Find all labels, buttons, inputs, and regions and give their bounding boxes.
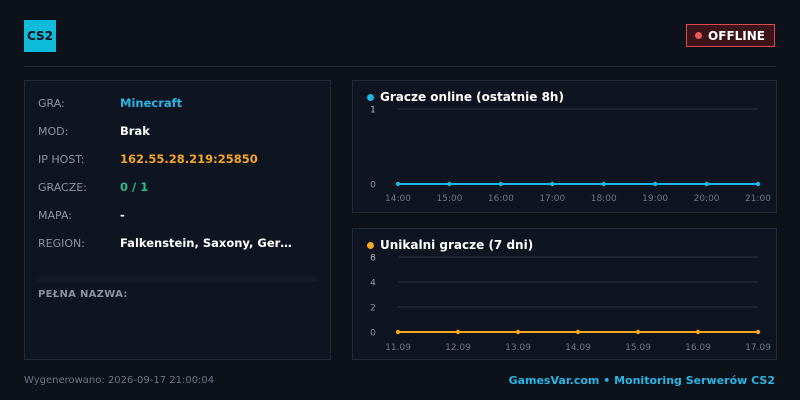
footer-brand-link[interactable]: GamesVar.com • Monitoring Serwerów CS2 (509, 374, 775, 387)
full-name-label: PEŁNA NAZWA: (38, 289, 128, 300)
x-tick-label: 14:00 (385, 194, 411, 204)
info-key: GRA: (38, 96, 65, 110)
info-key: REGION: (38, 236, 85, 250)
x-tick-label: 15:00 (436, 194, 462, 204)
x-tick-label: 16:00 (488, 194, 514, 204)
y-tick-label: 8 (370, 254, 376, 264)
x-tick-label: 17:00 (539, 194, 565, 204)
y-tick-label: 0 (370, 329, 376, 339)
online-players-chart: Gracze online (ostatnie 8h) 0 1 1 1 14:00 15:… (352, 80, 777, 213)
info-row-ip: IP HOST: 162.55.28.219:25850 (38, 151, 322, 167)
generated-timestamp: Wygenerowano: 2026-09-17 21:00:04 (24, 375, 215, 386)
status-label: OFFLINE (708, 28, 765, 43)
info-key: MOD: (38, 124, 69, 138)
x-tick-label: 20:00 (694, 194, 720, 204)
info-row-game: GRA: Minecraft (38, 95, 322, 111)
y-tick-label: 2 (370, 304, 376, 314)
data-point (755, 329, 761, 335)
mod-value: Brak (120, 124, 150, 138)
app-logo: CS2 (24, 20, 56, 52)
data-point (755, 181, 761, 187)
x-tick-label: 14.09 (565, 343, 591, 353)
x-tick-label: 18:00 (591, 194, 617, 204)
data-point (455, 329, 461, 335)
data-point (635, 329, 641, 335)
data-point (695, 329, 701, 335)
data-point (652, 181, 658, 187)
data-point (515, 329, 521, 335)
header-divider (24, 66, 776, 67)
map-value: - (120, 208, 125, 222)
x-tick-label: 11.09 (385, 343, 411, 353)
online-chart-svg: 011114:00 15:00 16:00 17:00 18:00 19:00 20:00 2… (370, 106, 771, 205)
region-value: Falkenstein, Saxony, Ger… (120, 236, 292, 250)
x-tick-label: 21:00 (745, 194, 771, 204)
x-tick-label: 19:00 (642, 194, 668, 204)
info-row-region: REGION: Falkenstein, Saxony, Ger… (38, 235, 322, 251)
game-value: Minecraft (120, 96, 183, 110)
info-row-map: MAPA: - (38, 207, 322, 223)
data-point (395, 181, 401, 187)
info-divider (38, 276, 317, 282)
y-tick-label: 0 (370, 181, 376, 191)
info-row-players: GRACZE: 0 / 1 (38, 179, 322, 195)
data-point (575, 329, 581, 335)
x-tick-label: 15.09 (625, 343, 651, 353)
y-tick-label: 4 (370, 279, 376, 289)
info-key: MAPA: (38, 208, 72, 222)
x-tick-label: 17.09 (745, 343, 771, 353)
x-tick-label: 12.09 (445, 343, 471, 353)
data-point (601, 181, 606, 187)
ip-host-value[interactable]: 162.55.28.219:25850 (120, 152, 258, 166)
info-key: IP HOST: (38, 152, 85, 166)
status-badge: OFFLINE (686, 24, 775, 47)
status-dot-icon (695, 32, 703, 39)
x-tick-label: 13.09 (505, 343, 531, 353)
x-tick-label: 16.09 (685, 343, 711, 353)
data-point (550, 181, 555, 187)
data-point (704, 181, 709, 187)
players-value: 0 / 1 (120, 180, 149, 194)
data-point (395, 329, 401, 335)
unique-chart-svg: 0246811.09 12.09 13.09 14.09 15.09 16.09 17.09 (370, 254, 771, 354)
data-point (498, 181, 504, 187)
info-key: GRACZE: (38, 180, 87, 194)
info-row-mod: MOD: Brak (38, 123, 322, 139)
unique-players-chart: Unikalni gracze (7 dni) 0 2 4 6 8 11.09 12.09 1… (352, 228, 777, 360)
data-point (447, 181, 452, 187)
server-info-panel: GRA: Minecraft MOD: Brak IP HOST: 162.55… (24, 80, 331, 360)
y-tick-label: 1 (370, 106, 376, 116)
